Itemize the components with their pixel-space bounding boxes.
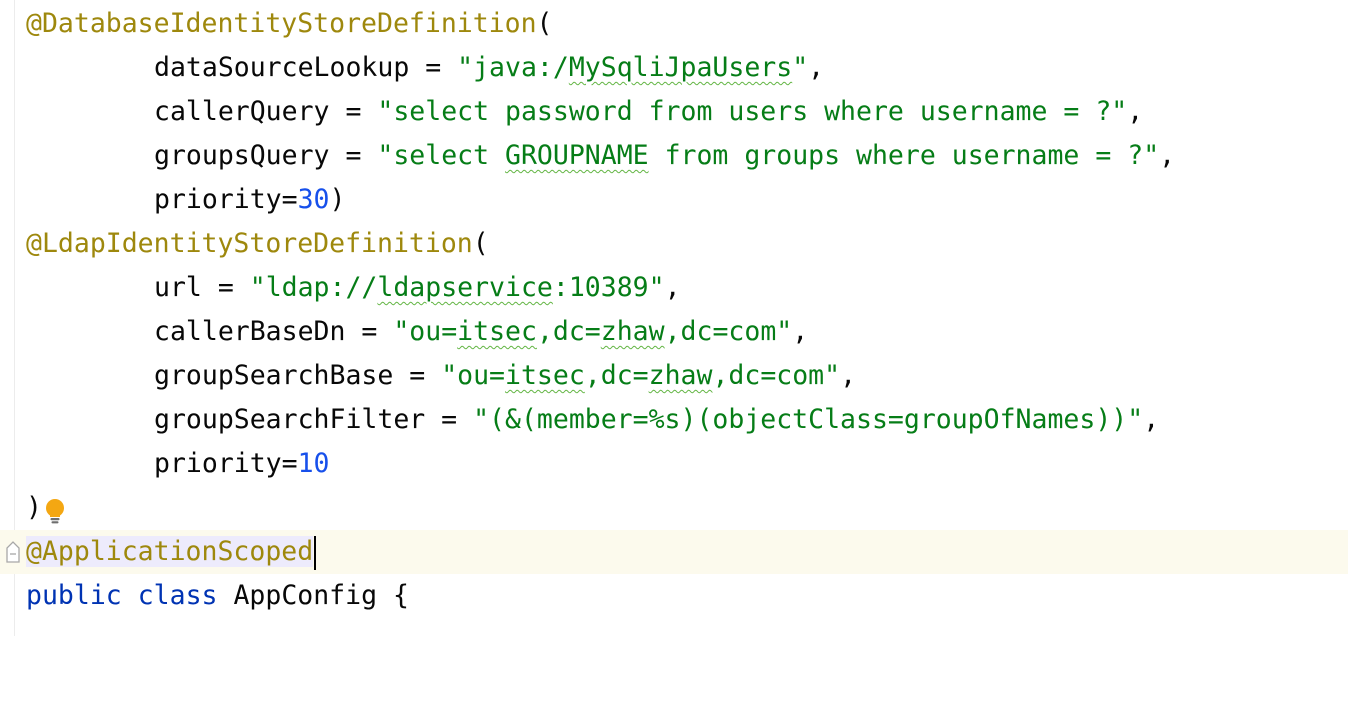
number-literal: 30	[297, 184, 330, 215]
comma: ,	[808, 52, 825, 83]
attribute-key: priority=	[154, 448, 298, 479]
typo-marker: ldapservice	[377, 272, 553, 303]
string-literal: "select GROUPNAME from groups where user…	[377, 140, 1160, 171]
keyword-public: public	[26, 580, 122, 611]
attribute-key: callerQuery =	[154, 96, 378, 127]
attribute-key: groupsQuery =	[154, 140, 378, 171]
string-literal: "java:/MySqliJpaUsers"	[457, 52, 809, 83]
comma: ,	[1143, 404, 1160, 435]
paren: )	[329, 184, 346, 215]
string-literal: "select password from users where userna…	[377, 96, 1128, 127]
typo-marker: zhaw	[600, 316, 665, 347]
attribute-key: groupSearchFilter =	[154, 404, 474, 435]
code-line[interactable]: )	[0, 486, 1348, 530]
code-line[interactable]: priority=10	[0, 442, 1348, 486]
paren: )	[26, 492, 42, 523]
typo-marker: GROUPNAME	[505, 140, 649, 171]
string-literal: "ldap://ldapservice:10389"	[249, 272, 665, 303]
string-literal: "ou=itsec,dc=zhaw,dc=com"	[393, 316, 793, 347]
attribute-key: dataSourceLookup =	[154, 52, 458, 83]
code-line[interactable]: callerBaseDn = "ou=itsec,dc=zhaw,dc=com"…	[0, 310, 1348, 354]
number-literal: 10	[297, 448, 330, 479]
code-line[interactable]: @DatabaseIdentityStoreDefinition(	[0, 2, 1348, 46]
keyword-class: class	[137, 580, 218, 611]
code-line[interactable]: groupsQuery = "select GROUPNAME from gro…	[0, 134, 1348, 178]
brace: {	[393, 580, 409, 611]
current-code-line[interactable]: @ApplicationScoped	[0, 530, 1348, 574]
db-identity-annotation: @DatabaseIdentityStoreDefinition	[26, 8, 537, 39]
paren: (	[472, 228, 489, 259]
string-literal: "(&(member=%s)(objectClass=groupOfNames)…	[473, 404, 1144, 435]
typo-marker: MySqliJpaUsers	[568, 52, 793, 83]
attribute-key: groupSearchBase =	[154, 360, 442, 391]
code-line[interactable]: public class AppConfig {	[0, 574, 1348, 618]
comma: ,	[664, 272, 681, 303]
typo-marker: itsec	[457, 316, 537, 347]
code-line[interactable]: groupSearchFilter = "(&(member=%s)(objec…	[0, 398, 1348, 442]
fold-marker-icon[interactable]	[4, 540, 22, 564]
paren: (	[536, 8, 553, 39]
comma: ,	[1127, 96, 1144, 127]
code-line[interactable]: url = "ldap://ldapservice:10389",	[0, 266, 1348, 310]
code-line[interactable]: priority=30)	[0, 178, 1348, 222]
code-line[interactable]: groupSearchBase = "ou=itsec,dc=zhaw,dc=c…	[0, 354, 1348, 398]
comma: ,	[840, 360, 857, 391]
application-scoped-annotation: @ApplicationScoped	[26, 536, 314, 567]
code-line[interactable]: @LdapIdentityStoreDefinition(	[0, 222, 1348, 266]
attribute-key: callerBaseDn =	[154, 316, 394, 347]
code-line[interactable]: callerQuery = "select password from user…	[0, 90, 1348, 134]
comma: ,	[1159, 140, 1176, 171]
ldap-identity-annotation: @LdapIdentityStoreDefinition	[26, 228, 473, 259]
class-name: AppConfig	[233, 580, 378, 611]
typo-marker: itsec	[505, 360, 585, 391]
text-caret	[314, 535, 317, 570]
code-line[interactable]: dataSourceLookup = "java:/MySqliJpaUsers…	[0, 46, 1348, 90]
lightbulb-icon[interactable]	[42, 497, 68, 527]
typo-marker: zhaw	[648, 360, 713, 391]
attribute-key: url =	[154, 272, 250, 303]
string-literal: "ou=itsec,dc=zhaw,dc=com"	[441, 360, 841, 391]
attribute-key: priority=	[154, 184, 298, 215]
comma: ,	[792, 316, 809, 347]
